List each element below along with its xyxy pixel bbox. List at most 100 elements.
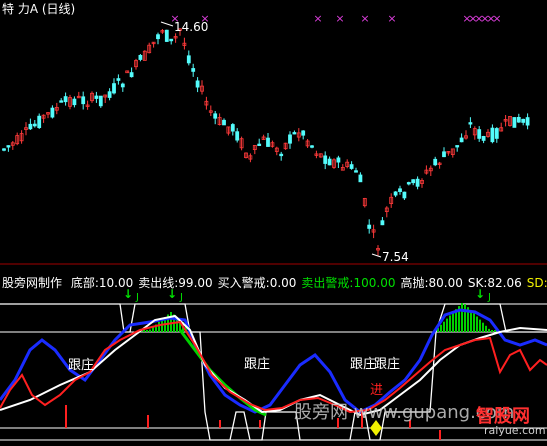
signal-x-icon: × [387,12,396,25]
histogram-bar [485,325,487,332]
low-price-marker: 7.54 [382,250,409,264]
candle-body [521,118,526,123]
candle-body [107,91,112,98]
legend-label: 高抛: [400,276,429,290]
candle-body [195,80,200,88]
candle-body [156,34,160,40]
annotation-jin: 进 [370,383,384,398]
low-arrow [371,253,382,258]
candle-body [433,158,438,166]
signal-x-icon: × [360,12,369,25]
high-price-value: 14.60 [174,20,209,34]
sell-label: J [135,292,139,303]
candle-body [477,129,482,139]
histogram-bar [491,330,493,332]
histogram-bar [446,318,448,332]
histogram-bar [488,328,490,332]
legend-value: 100.00 [353,276,396,290]
candle-body [415,178,420,187]
legend-label: 卖出线: [138,276,179,290]
candle-body [336,157,341,163]
candle-body [72,98,77,106]
candle-body [442,151,446,158]
chart-canvas: × × × × × × ×××××× ↓ J ↓ J ↓ J [0,12,547,441]
candle-body [288,134,292,144]
annotation-gen-zhuang-2: 跟庄 [244,357,271,372]
legend-item: 高抛:80.00 [400,276,462,290]
candle-body [28,123,33,130]
watermark-logo-sub: raiyue.com [484,424,546,437]
histogram-bar [473,313,475,332]
candle-body [120,83,125,88]
histogram-bar [452,312,454,332]
histogram-bar [470,310,472,332]
candle-body [516,117,521,123]
signal-x-icon: × [492,12,501,25]
legend-label: 底部: [70,276,99,290]
candle-body [411,179,416,184]
candle-body [459,137,464,143]
signal-x-icon: × [313,12,322,25]
candle-body [112,83,116,94]
candle-body [257,143,262,147]
candle-body [186,55,191,64]
candlestick-panel: × × × × × × ×××××× [2,12,530,258]
legend-value: 82.06 [487,276,522,290]
candle-body [380,220,385,226]
period-label[interactable]: (日线) [42,2,75,16]
legend-value: 10.00 [98,276,134,290]
legend-item: 买入警戒:0.00 [218,276,297,290]
stock-name[interactable]: 特 力A [2,2,38,16]
candle-body [191,68,196,72]
annotation-gen-zhuang-3: 跟庄 [350,357,377,372]
candle-body [235,131,240,141]
legend-value: 0.00 [269,276,297,290]
indicator-legend: 股旁网制作 底部:10.00 卖出线:99.00 买入警戒:0.00 卖出警戒:100… [2,276,547,290]
candle-body [116,78,121,81]
histogram-bar [461,303,463,332]
candle-body [398,188,402,193]
low-price-value: 7.54 [382,250,409,264]
sell-label: J [179,292,183,303]
histogram-bar [158,322,160,332]
candle-body [81,96,86,105]
histogram-bar [443,321,445,332]
histogram-bar [149,329,151,332]
legend-value: 80.00 [428,276,463,290]
signal-x-icon: × [335,12,344,25]
histogram-bar [449,315,451,332]
candle-body [490,127,495,143]
candle-body [94,95,99,99]
legend-item: 卖出警戒:100.00 [301,276,395,290]
maker-label: 股旁网制作 [2,276,63,290]
legend-label: SD: [526,276,547,290]
annotation-gen-zhuang-4: 跟庄 [374,357,401,372]
candle-body [164,29,169,42]
candle-body [230,124,235,132]
histogram-bar [482,322,484,332]
legend-value: 99.00 [178,276,213,290]
candle-body [32,123,37,127]
candle-body [349,164,354,169]
candle-body [292,132,297,135]
candle-body [367,224,372,229]
candle-body [494,128,499,139]
candle-body [301,130,306,136]
candle-body [327,158,332,166]
candle-body [169,38,174,42]
histogram-bar [143,330,145,332]
candle-body [222,119,226,126]
candle-body [129,72,134,78]
histogram-bar [479,319,481,332]
legend-label: SK: [467,276,488,290]
candle-body [481,135,486,141]
legend-item: SD:82 [527,276,547,290]
candle-body [358,174,363,183]
candle-body [50,107,55,118]
candle-body [406,182,411,185]
histogram-bar [170,312,172,332]
sell-label: J [487,292,491,303]
legend-item: 底部:10.00 [71,276,133,290]
histogram-bar [494,330,496,332]
candle-body [279,153,284,157]
